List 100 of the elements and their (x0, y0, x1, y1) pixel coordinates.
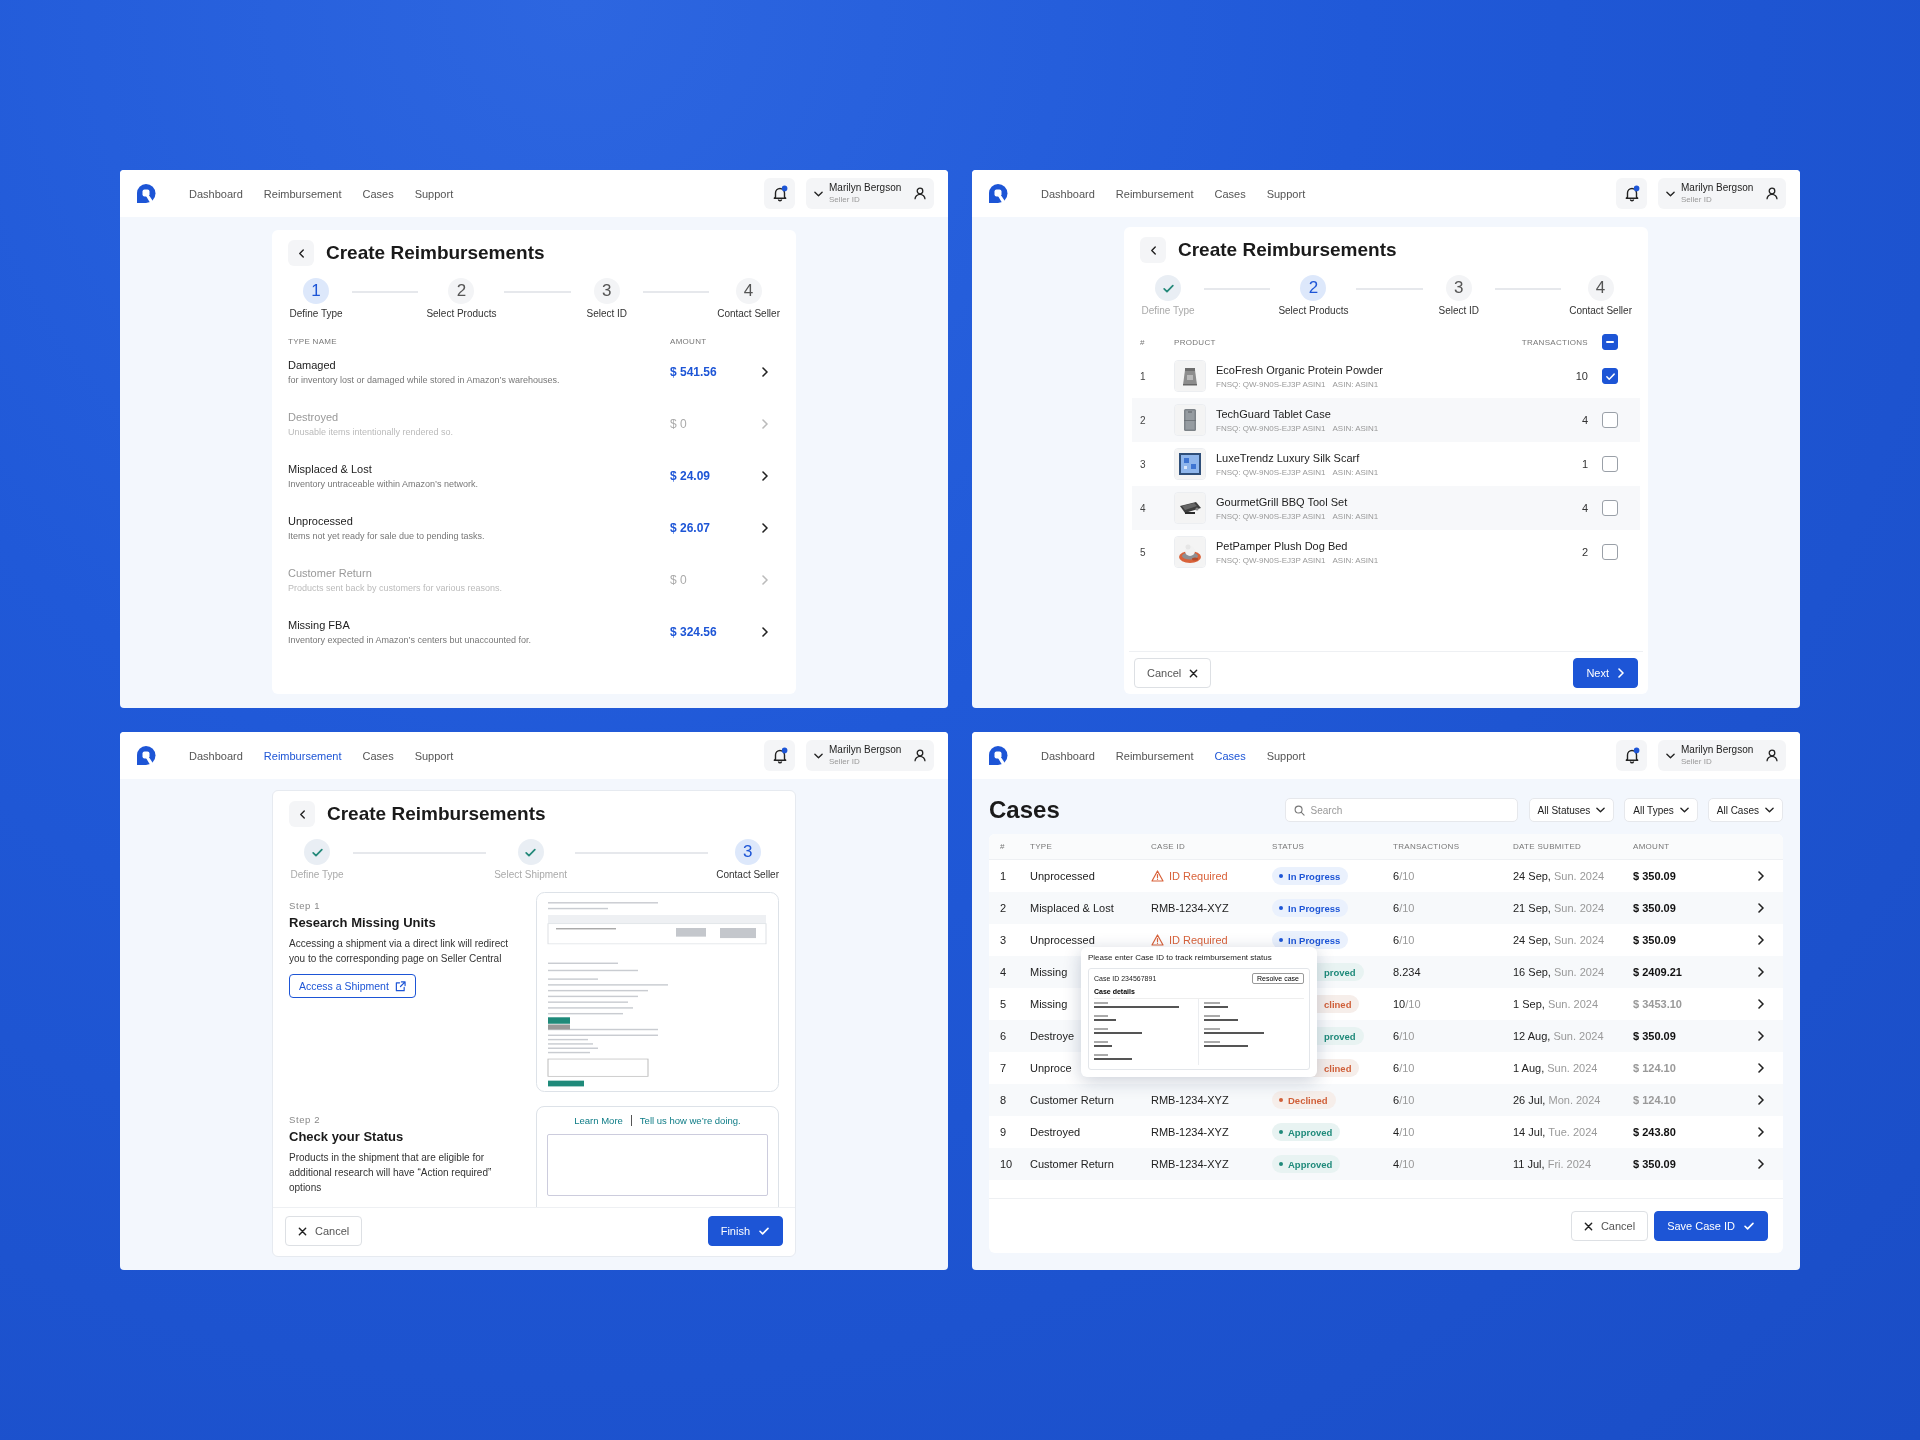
type-name[interactable]: Misplaced & Lost (288, 463, 670, 475)
step-label: Select ID (1438, 305, 1480, 316)
table-cell: 6/10 (1393, 1030, 1415, 1042)
filter-dropdown[interactable]: All Cases (1707, 798, 1783, 822)
nav-link[interactable]: Support (1266, 187, 1306, 200)
table-cell: RMB-1234-XYZ (1151, 902, 1229, 914)
nav-link[interactable]: Reimbursement (1115, 749, 1194, 762)
chevron-left-icon (297, 248, 305, 258)
checkbox[interactable] (1602, 544, 1618, 560)
user-icon (914, 187, 926, 200)
table-row[interactable]: 8 Customer Return RMB-1234-XYZ Declined 6/10 26 Jul, Mon. 2024 $ 124.10 (989, 1084, 1783, 1116)
type-name[interactable]: Damaged (288, 359, 670, 371)
nav-link[interactable]: Dashboard (1041, 749, 1095, 762)
table-row[interactable]: 10 Customer Return RMB-1234-XYZ Approved 4/10 11 Jul, Fri. 2024 $ 350.09 (989, 1148, 1783, 1180)
table-cell: 1 Aug, Sun. 2024 (1513, 1062, 1598, 1074)
chevron-right-icon (761, 419, 769, 429)
amount: $ 243.80 (1633, 1126, 1677, 1138)
select-all-checkbox[interactable] (1602, 334, 1618, 350)
cancel-button[interactable]: Cancel (1134, 658, 1212, 688)
product-code: FNSQ: QW-9N0S-EJ3P ASIN1 (1216, 379, 1326, 389)
chevron-down-icon (1679, 807, 1689, 813)
nav-link[interactable]: Reimbursement (263, 187, 342, 200)
notification-button[interactable] (764, 178, 795, 209)
next-button[interactable]: Next (1573, 658, 1638, 688)
logo-icon[interactable] (988, 182, 1008, 205)
cancel-button[interactable]: Cancel (285, 1216, 363, 1246)
row-number: 3 (1140, 458, 1147, 470)
step-indicator: 3 (593, 278, 620, 304)
product-code: FNSQ: QW-9N0S-EJ3P ASIN1 (1216, 555, 1326, 565)
column-header: CASE ID (1151, 842, 1187, 851)
table-cell: 21 Sep, Sun. 2024 (1513, 902, 1605, 914)
nav-link[interactable]: Cases (1214, 749, 1246, 762)
table-cell: 8 (1000, 1094, 1007, 1106)
checkbox[interactable] (1602, 500, 1618, 516)
nav-link[interactable]: Dashboard (1041, 187, 1095, 200)
cancel-button[interactable]: Cancel (1570, 1211, 1649, 1241)
table-cell: 11 Jul, Fri. 2024 (1513, 1158, 1592, 1170)
filter-dropdown[interactable]: All Statuses (1528, 798, 1615, 822)
table-cell: RMB-1234-XYZ (1151, 1094, 1229, 1106)
nav-link[interactable]: Reimbursement (1115, 187, 1194, 200)
confirm-button[interactable]: Finish (707, 1216, 783, 1246)
account-menu[interactable]: Marilyn Bergson Seller ID (1658, 740, 1786, 771)
column-header: PRODUCT (1174, 337, 1217, 347)
page-title: Create Reimbursements (1178, 239, 1397, 261)
notification-button[interactable] (1616, 178, 1647, 209)
nav-link[interactable]: Cases (1214, 187, 1246, 200)
notification-button[interactable] (764, 740, 795, 771)
type-description: Unusable items intentionally rendered so. (288, 427, 455, 437)
nav-link[interactable]: Support (414, 187, 454, 200)
logo-icon[interactable] (136, 744, 156, 767)
nav-link[interactable]: Support (1266, 749, 1306, 762)
filter-dropdown[interactable]: All Types (1624, 798, 1698, 822)
table-row[interactable]: 2 Misplaced & Lost RMB-1234-XYZ In Progress 6/10 21 Sep, Sun. 2024 $ 350.09 (989, 892, 1783, 924)
access-shipment-button[interactable]: Access a Shipment (289, 974, 416, 998)
step-label: Select ID (586, 308, 628, 319)
amount: $ 124.10 (1633, 1094, 1677, 1106)
table-cell: 4/10 (1393, 1158, 1415, 1170)
table-cell: 14 Jul, Tue. 2024 (1513, 1126, 1598, 1138)
checkbox[interactable] (1602, 368, 1618, 384)
notification-button[interactable] (1616, 740, 1647, 771)
back-button[interactable] (288, 240, 314, 266)
page-title: Cases (989, 796, 1061, 824)
back-button[interactable] (1140, 237, 1166, 263)
logo-icon[interactable] (988, 744, 1008, 767)
nav-link[interactable]: Reimbursement (263, 749, 342, 762)
account-menu[interactable]: Marilyn Bergson Seller ID (806, 178, 934, 209)
table-cell: Missing (1030, 966, 1068, 978)
chevron-right-icon (1757, 1095, 1765, 1105)
nav-link[interactable]: Cases (362, 187, 394, 200)
amount: $ 2409.21 (1633, 966, 1683, 978)
table-cell: RMB-1234-XYZ (1151, 1158, 1229, 1170)
column-header: # (1140, 337, 1146, 347)
table-cell: 6/10 (1393, 934, 1415, 946)
logo-icon[interactable] (136, 182, 156, 205)
close-icon (1583, 1221, 1593, 1231)
link[interactable]: Tell us how we’re doing. (639, 1115, 741, 1126)
product-code: ASIN: ASIN1 (1332, 423, 1379, 433)
nav-link[interactable]: Dashboard (189, 749, 243, 762)
table-cell: Unproce (1030, 1062, 1072, 1074)
checkbox[interactable] (1602, 412, 1618, 428)
product-code: ASIN: ASIN1 (1332, 555, 1379, 565)
account-menu[interactable]: Marilyn Bergson Seller ID (806, 740, 934, 771)
nav-link[interactable]: Support (414, 749, 454, 762)
table-cell: 6/10 (1393, 902, 1415, 914)
back-button[interactable] (289, 801, 315, 827)
warning-icon (1151, 934, 1164, 946)
page-title: Create Reimbursements (326, 242, 545, 264)
bell-icon (771, 747, 788, 764)
search-field[interactable]: Search (1284, 798, 1518, 822)
nav-link[interactable]: Cases (362, 749, 394, 762)
type-description: Products sent back by customers for various reasons. (288, 583, 504, 593)
type-name[interactable]: Missing FBA (288, 619, 670, 631)
link[interactable]: Learn More (574, 1115, 623, 1126)
nav-link[interactable]: Dashboard (189, 187, 243, 200)
confirm-button[interactable]: Save Case ID (1654, 1211, 1768, 1241)
step-indicator: 3 (1445, 275, 1472, 301)
chevron-right-icon (1757, 1063, 1765, 1073)
type-name[interactable]: Unprocessed (288, 515, 670, 527)
checkbox[interactable] (1602, 456, 1618, 472)
account-menu[interactable]: Marilyn Bergson Seller ID (1658, 178, 1786, 209)
